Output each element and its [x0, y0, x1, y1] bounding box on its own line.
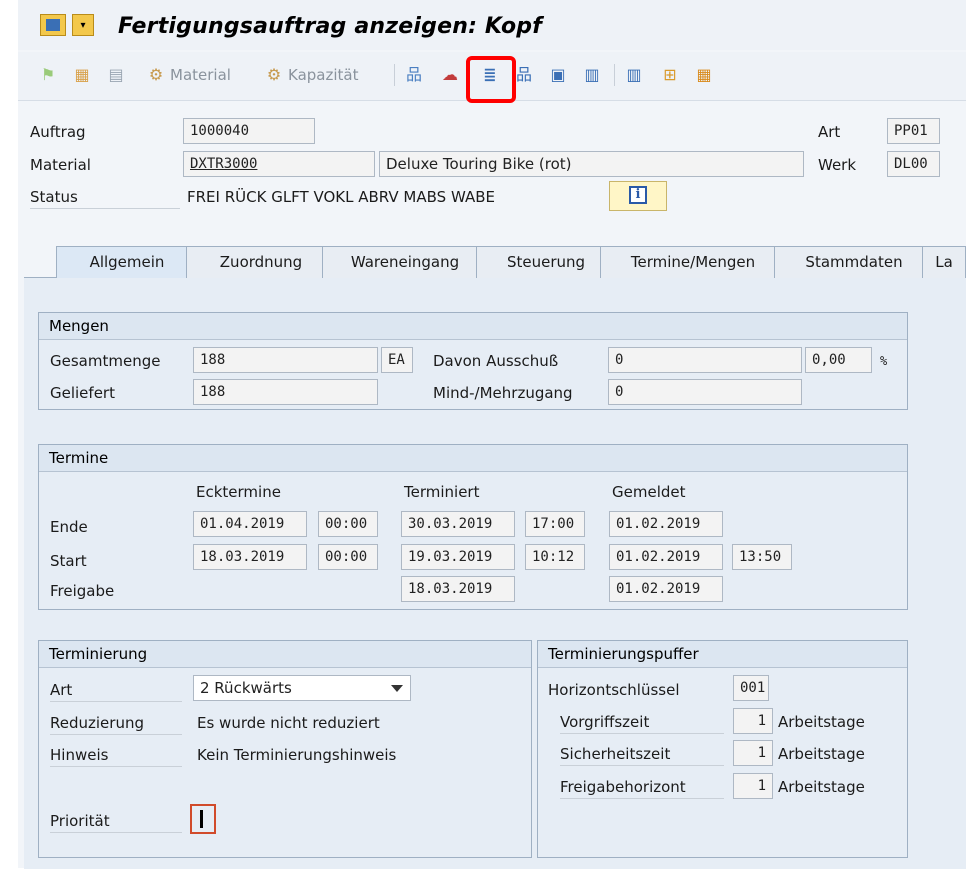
safety-time-unit: Arbeitstage — [778, 745, 865, 763]
order-label: Auftrag — [30, 123, 86, 141]
flag-icon[interactable]: ⚑ — [38, 64, 58, 86]
order-type-field[interactable]: PP01 — [887, 118, 940, 144]
horizon-key-field[interactable]: 001 — [733, 675, 769, 701]
chevron-down-icon[interactable] — [391, 685, 403, 692]
float-before-field[interactable]: 1 — [733, 708, 773, 734]
material-description-field[interactable]: Deluxe Touring Bike (rot) — [379, 151, 804, 177]
tab-steuerung[interactable]: Steuerung — [476, 246, 616, 278]
release-label: Freigabe — [50, 582, 115, 600]
material-button[interactable]: Material — [170, 64, 231, 86]
end-label: Ende — [50, 518, 88, 536]
start-confirmed-date-field[interactable]: 01.02.2019 — [609, 544, 723, 570]
total-quantity-field[interactable]: 188 — [193, 347, 378, 373]
total-quantity-label: Gesamtmenge — [50, 352, 161, 370]
tree-icon[interactable]: ⊞ — [660, 64, 680, 86]
tab-termine-mengen[interactable]: Termine/Mengen — [600, 246, 786, 278]
order-field[interactable]: 1000040 — [183, 118, 315, 144]
scheduling-group-title: Terminierung — [39, 641, 531, 668]
reduction-value: Es wurde nicht reduziert — [197, 714, 380, 732]
over-under-field[interactable]: 0 — [608, 379, 802, 405]
horizon-key-label: Horizontschlüssel — [548, 681, 680, 699]
tab-strip: Allgemein Zuordnung Wareneingang Steueru… — [36, 246, 966, 278]
start-basic-time-field[interactable]: 00:00 — [318, 544, 378, 570]
scheduling-type-dropdown[interactable]: 2 Rückwärts — [193, 675, 411, 701]
tab-zuordnung[interactable]: Zuordnung — [186, 246, 336, 278]
end-basic-date-field[interactable]: 01.04.2019 — [193, 511, 307, 537]
list-icon[interactable]: ▤ — [106, 64, 126, 86]
delivered-label: Geliefert — [50, 384, 115, 402]
end-basic-time-field[interactable]: 00:00 — [318, 511, 378, 537]
percent-sign: % — [880, 354, 888, 368]
release-horizon-field[interactable]: 1 — [733, 773, 773, 799]
order-type-label: Art — [818, 123, 841, 141]
start-scheduled-time-field[interactable]: 10:12 — [525, 544, 585, 570]
start-basic-date-field[interactable]: 18.03.2019 — [193, 544, 307, 570]
material-label: Material — [30, 156, 91, 174]
toolbar-separator — [614, 64, 615, 86]
columns-icon[interactable]: ▥ — [624, 64, 644, 86]
quantities-group-title: Mengen — [39, 313, 907, 340]
end-confirmed-date-field[interactable]: 01.02.2019 — [609, 511, 723, 537]
status-info-button[interactable]: i — [609, 181, 667, 211]
float-before-unit: Arbeitstage — [778, 713, 865, 731]
toolbar-separator — [394, 64, 395, 86]
safety-time-label: Sicherheitszeit — [560, 743, 724, 766]
start-label: Start — [50, 552, 87, 570]
scrap-field[interactable]: 0 — [608, 347, 802, 373]
dates-group-title: Termine — [39, 445, 907, 472]
basic-dates-header: Ecktermine — [196, 483, 281, 501]
material-field[interactable]: DXTR3000 — [183, 151, 375, 177]
release-horizon-unit: Arbeitstage — [778, 778, 865, 796]
note-label: Hinweis — [50, 744, 182, 767]
confirmed-dates-header: Gemeldet — [612, 483, 686, 501]
end-scheduled-time-field[interactable]: 17:00 — [525, 511, 585, 537]
network-icon[interactable]: 品 — [404, 64, 424, 86]
app-menu-icon[interactable] — [40, 14, 66, 36]
app-menu-dropdown-icon[interactable]: ▾ — [72, 14, 94, 36]
capacity-icon[interactable]: ⚙ — [264, 64, 284, 86]
tab-stammdaten[interactable]: Stammdaten — [774, 246, 934, 278]
tab-wareneingang[interactable]: Wareneingang — [322, 246, 488, 278]
float-group-title: Terminierungspuffer — [538, 641, 907, 668]
plant-field[interactable]: DL00 — [887, 151, 940, 177]
status-label: Status — [30, 186, 180, 209]
release-horizon-label: Freigabehorizont — [560, 776, 724, 799]
hierarchy-icon[interactable]: 品 — [514, 64, 534, 86]
scrap-label: Davon Ausschuß — [433, 352, 559, 370]
capacity-button[interactable]: Kapazität — [288, 64, 358, 86]
scheduled-dates-header: Terminiert — [404, 483, 480, 501]
grid-icon[interactable]: ▦ — [694, 64, 714, 86]
start-confirmed-time-field[interactable]: 13:50 — [732, 544, 792, 570]
float-before-label: Vorgriffszeit — [560, 711, 724, 734]
safety-time-field[interactable]: 1 — [733, 740, 773, 766]
status-value: FREI RÜCK GLFT VOKL ABRV MABS WABE — [187, 188, 495, 206]
scheduling-type-label: Art — [50, 679, 182, 702]
priority-field[interactable] — [190, 804, 216, 834]
over-under-label: Mind-/Mehrzugang — [433, 384, 573, 402]
tab-allgemein[interactable]: Allgemein — [56, 246, 198, 278]
unit-field[interactable]: EA — [381, 347, 413, 373]
window-title: Fertigungsauftrag anzeigen: Kopf — [118, 14, 543, 39]
note-value: Kein Terminierungshinweis — [197, 746, 397, 764]
start-scheduled-date-field[interactable]: 19.03.2019 — [401, 544, 515, 570]
tab-overflow[interactable]: La — [922, 246, 966, 278]
info-icon: i — [629, 186, 647, 204]
priority-label: Priorität — [50, 810, 182, 833]
plant-label: Werk — [818, 156, 857, 174]
reduction-label: Reduzierung — [50, 712, 182, 735]
doc-links-icon[interactable]: ▥ — [582, 64, 602, 86]
material-icon[interactable]: ⚙ — [146, 64, 166, 86]
end-scheduled-date-field[interactable]: 30.03.2019 — [401, 511, 515, 537]
scrap-percent-field[interactable]: 0,00 — [805, 347, 872, 373]
cloud-icon[interactable]: ☁ — [440, 64, 460, 86]
scheduling-type-value: 2 Rückwärts — [200, 679, 292, 697]
component-icon[interactable]: ▦ — [72, 64, 92, 86]
delivered-field[interactable]: 188 — [193, 379, 378, 405]
release-confirmed-date-field[interactable]: 01.02.2019 — [609, 576, 723, 602]
release-scheduled-date-field[interactable]: 18.03.2019 — [401, 576, 515, 602]
highlight-box — [466, 56, 516, 103]
documents-icon[interactable]: ▣ — [548, 64, 568, 86]
